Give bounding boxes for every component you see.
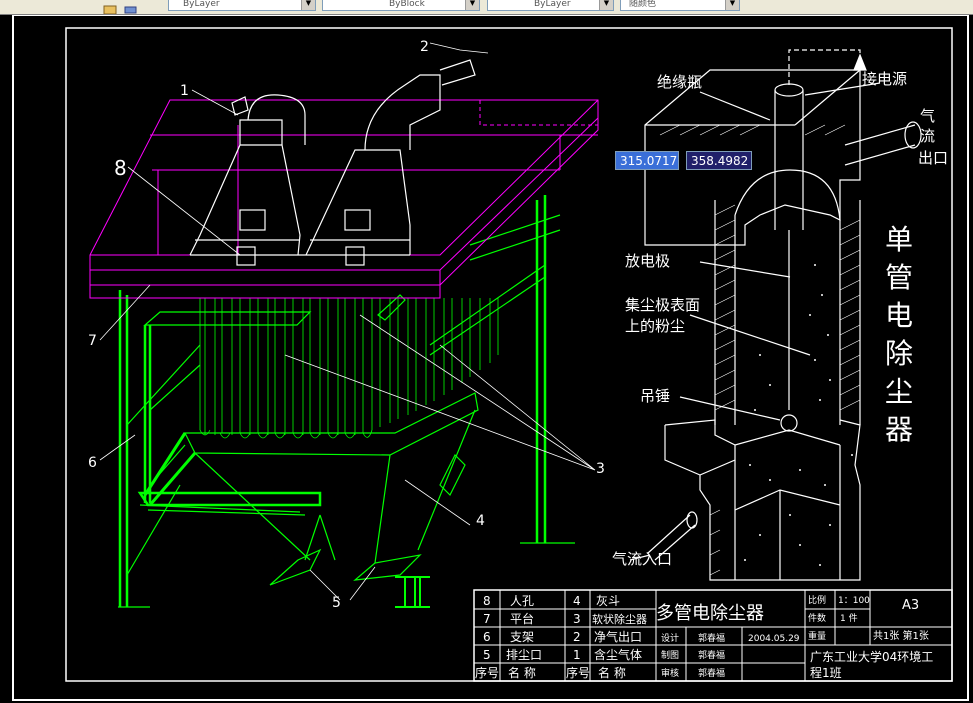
power-label: 接电源 xyxy=(862,70,907,88)
part-no: 6 xyxy=(483,630,491,644)
vertical-title-char: 器 xyxy=(885,413,913,446)
chevron-down-icon[interactable]: ▼ xyxy=(465,0,479,10)
single-tube-section-view: 绝缘瓶 接电源 气 流 出口 放电极 集尘极表面 上的粉尘 吊锤 气流入口 单 … xyxy=(612,49,948,581)
layer-previous-icon[interactable] xyxy=(124,0,138,14)
roof-platform xyxy=(89,99,599,299)
design-name: 郭春福 xyxy=(698,632,725,644)
school-line-1: 广东工业大学04环境工 xyxy=(810,649,933,664)
part-name: 净气出口 xyxy=(594,629,642,644)
lineweight-value: ByBlock xyxy=(389,0,425,9)
part-name: 软状除尘器 xyxy=(592,612,647,626)
dust-label-1: 集尘极表面 xyxy=(625,296,700,314)
callout-8: 8 xyxy=(114,156,127,180)
part-no: 1 xyxy=(573,648,581,662)
gas-in-label: 气流入口 xyxy=(612,550,672,568)
multi-tube-precipitator-view: 1 2 8 7 6 3 4 5 xyxy=(88,39,605,611)
school-line-2: 程1班 xyxy=(810,665,842,680)
linetype-value: ByLayer xyxy=(183,0,220,9)
properties-toolbar: ByLayer ▼ ByBlock ▼ ByLayer ▼ 随颜色 ▼ xyxy=(0,0,973,15)
vertical-title: 单 管 电 除 尘 器 xyxy=(885,223,913,446)
draw-name: 郭春福 xyxy=(698,649,725,661)
vertical-title-char: 单 xyxy=(885,223,913,256)
drawing-title: 多管电除尘器 xyxy=(656,603,764,624)
part-name: 平台 xyxy=(510,611,534,626)
insulator-label: 绝缘瓶 xyxy=(657,73,702,91)
gas-out-label-3: 出口 xyxy=(918,149,948,167)
part-name: 支架 xyxy=(510,630,534,644)
plotstyle-dropdown[interactable]: ByLayer ▼ xyxy=(487,0,614,11)
header-no: 序号 xyxy=(566,665,590,680)
check-name: 郭春福 xyxy=(698,667,725,679)
title-block: 8 人孔 4 灰斗 7 平台 3 软状除尘器 6 支架 2 净气出口 5 排尘口… xyxy=(473,589,953,682)
gas-out-label-2: 流 xyxy=(920,127,935,145)
callout-4: 4 xyxy=(476,513,485,529)
part-no: 3 xyxy=(573,612,581,626)
callout-7: 7 xyxy=(88,333,97,349)
header-name: 名 称 xyxy=(598,665,626,680)
part-name: 人孔 xyxy=(510,594,534,608)
color-value: 随颜色 xyxy=(629,0,657,9)
vertical-title-char: 管 xyxy=(885,261,913,294)
part-no: 8 xyxy=(483,594,491,608)
header-name: 名 称 xyxy=(508,665,536,680)
dust-label-2: 上的粉尘 xyxy=(625,317,685,335)
vertical-title-char: 电 xyxy=(885,299,913,332)
gas-out-label-1: 气 xyxy=(920,107,935,125)
lineweight-dropdown[interactable]: ByBlock ▼ xyxy=(322,0,480,11)
drawing-frame xyxy=(65,27,953,682)
part-no: 2 xyxy=(573,630,581,644)
check-label: 审核 xyxy=(661,667,679,679)
electrode-label: 放电极 xyxy=(625,252,670,270)
chevron-down-icon[interactable]: ▼ xyxy=(599,0,613,10)
part-name: 含尘气体 xyxy=(594,647,642,662)
color-dropdown[interactable]: 随颜色 ▼ xyxy=(620,0,740,11)
parts-list: 8 人孔 4 灰斗 7 平台 3 软状除尘器 6 支架 2 净气出口 5 排尘口… xyxy=(475,594,647,680)
callout-1: 1 xyxy=(180,83,189,99)
callout-5: 5 xyxy=(332,595,341,611)
vertical-title-char: 除 xyxy=(885,337,913,370)
callout-3: 3 xyxy=(596,461,605,477)
paper-size: A3 xyxy=(902,598,919,613)
sheet-info: 共1张 第1张 xyxy=(873,629,929,642)
drawing-canvas[interactable]: 1 2 8 7 6 3 4 5 绝缘瓶 接电源 气 流 出口 放电极 集尘极表面… xyxy=(0,15,973,703)
vertical-title-char: 尘 xyxy=(885,375,913,408)
count-label: 件数 xyxy=(808,612,826,624)
leader-lines xyxy=(99,42,596,601)
part-name: 灰斗 xyxy=(596,594,620,608)
chevron-down-icon[interactable]: ▼ xyxy=(301,0,315,10)
chevron-down-icon[interactable]: ▼ xyxy=(725,0,739,10)
scale-label: 比例 xyxy=(808,594,826,606)
count-value: 1 件 xyxy=(840,612,858,624)
dynamic-input-x[interactable]: 315.0717 xyxy=(615,151,679,170)
scale-value: 1：100 xyxy=(838,596,870,606)
callout-6: 6 xyxy=(88,455,97,471)
top-hoods xyxy=(189,59,476,266)
title-info: 多管电除尘器 比例 1：100 件数 1 件 重量 共1张 第1张 A3 设计 … xyxy=(656,594,933,680)
design-label: 设计 xyxy=(661,632,679,644)
layer-states-icon[interactable] xyxy=(103,0,117,14)
callout-2: 2 xyxy=(420,39,429,55)
part-name: 排尘口 xyxy=(506,648,542,662)
dynamic-input-y[interactable]: 358.4982 xyxy=(686,151,752,170)
part-no: 4 xyxy=(573,594,581,608)
weight-label: 重量 xyxy=(808,630,826,642)
wall-hatch xyxy=(659,124,861,576)
header-no: 序号 xyxy=(475,665,499,680)
weight-label: 吊锤 xyxy=(640,387,670,405)
draw-label: 制图 xyxy=(661,649,679,661)
part-no: 7 xyxy=(483,612,491,626)
part-no: 5 xyxy=(483,648,491,662)
design-date: 2004.05.29 xyxy=(748,634,800,644)
plotstyle-value: ByLayer xyxy=(534,0,571,9)
linetype-dropdown[interactable]: ByLayer ▼ xyxy=(168,0,316,11)
